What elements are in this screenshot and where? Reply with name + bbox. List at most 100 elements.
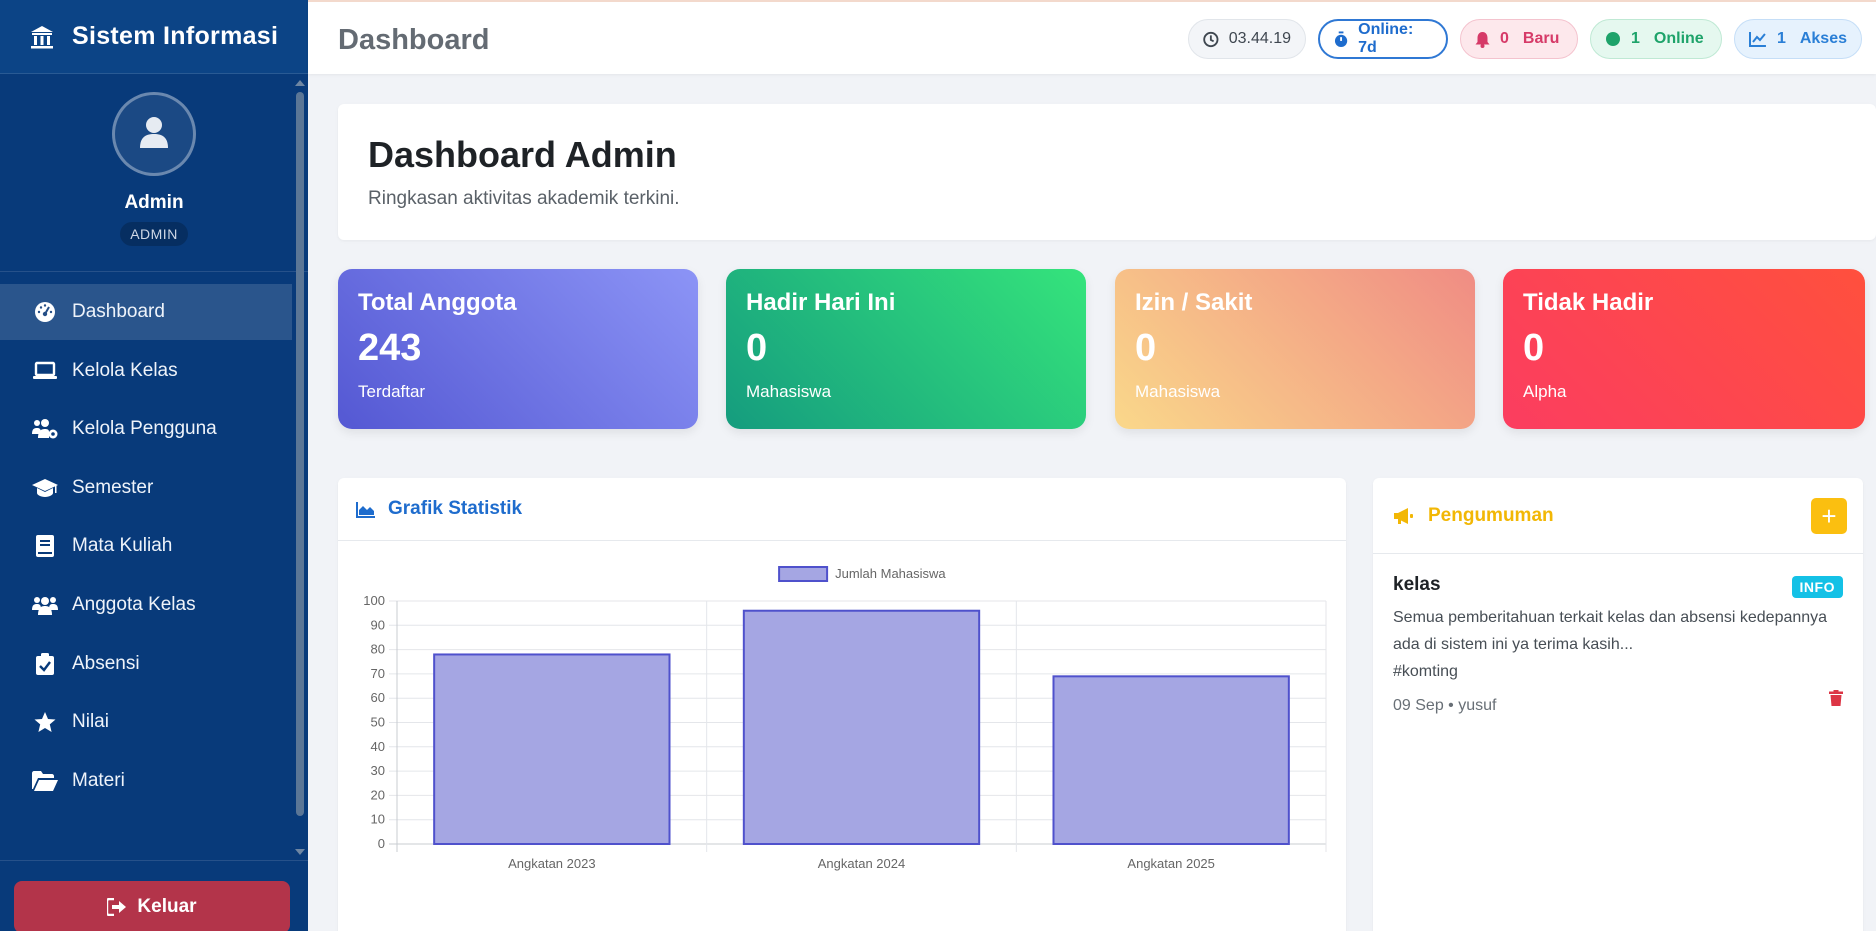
sidebar-item-absensi[interactable]: Absensi — [0, 636, 292, 692]
x-tick-label: Angkatan 2025 — [1127, 856, 1214, 871]
stat-label: Total Anggota — [358, 289, 517, 316]
sidebar-item-label: Semester — [72, 476, 154, 498]
sidebar-item-nilai[interactable]: Nilai — [0, 694, 292, 750]
access-label: Akses — [1799, 30, 1847, 47]
page-title: Dashboard — [338, 24, 490, 56]
stat-value: 0 — [1135, 327, 1157, 369]
profile-name: Admin — [124, 192, 184, 213]
area-chart-icon — [356, 501, 375, 518]
chart-card-header: Grafik Statistik — [338, 478, 1346, 541]
y-tick-label: 100 — [363, 593, 385, 608]
bar — [433, 653, 671, 845]
users-cog-icon — [32, 416, 58, 442]
bar — [1052, 675, 1290, 845]
profile-role-badge: ADMIN — [120, 222, 188, 246]
y-tick-label: 80 — [371, 642, 385, 657]
trash-icon[interactable] — [1829, 690, 1843, 711]
sign-out-icon — [107, 898, 127, 916]
stat-label: Izin / Sakit — [1135, 289, 1253, 316]
stat-value: 243 — [358, 327, 422, 369]
welcome-card: Dashboard Admin Ringkasan aktivitas akad… — [338, 104, 1876, 240]
sidebar-item-kelola-kelas[interactable]: Kelola Kelas — [0, 343, 292, 399]
new-label: Baru — [1522, 30, 1560, 47]
sidebar-item-label: Absensi — [72, 652, 140, 674]
welcome-subtitle: Ringkasan aktivitas akademik terkini. — [368, 188, 680, 209]
bell-icon — [1475, 31, 1490, 48]
sidebar-scrollbar[interactable] — [294, 80, 306, 855]
users-icon — [32, 592, 58, 618]
announcement-header: Pengumuman + — [1373, 478, 1863, 554]
sidebar-menu: Dashboard Kelola Kelas Kelola Pengguna S… — [0, 272, 308, 809]
chart-line-icon — [1749, 32, 1766, 47]
y-tick-label: 0 — [378, 836, 385, 851]
star-icon — [32, 709, 58, 735]
welcome-title: Dashboard Admin — [368, 134, 677, 175]
sidebar-item-anggota-kelas[interactable]: Anggota Kelas — [0, 577, 292, 633]
y-tick-label: 30 — [371, 763, 385, 778]
x-tick-label: Angkatan 2023 — [508, 856, 595, 871]
announcement-title: Pengumuman — [1428, 504, 1554, 526]
new-count: 0 — [1500, 30, 1509, 47]
legend-label: Jumlah Mahasiswa — [835, 566, 946, 581]
online-duration: Online: 7d — [1358, 21, 1414, 56]
stat-label: Tidak Hadir — [1523, 289, 1654, 316]
logout-label: Keluar — [137, 896, 197, 917]
online-count: 1 — [1631, 30, 1640, 47]
university-icon — [28, 23, 56, 51]
announcement-item-title: kelas — [1393, 574, 1441, 595]
x-tick-label: Angkatan 2024 — [818, 856, 905, 871]
online-label: Online — [1653, 30, 1704, 47]
sidebar-item-label: Nilai — [72, 711, 109, 733]
stat-card-izin-sakit: Izin / Sakit 0 Mahasiswa — [1115, 269, 1475, 429]
chart-card: Grafik Statistik 0 10 20 30 40 50 60 70 80 90 100 A… — [338, 478, 1346, 931]
stat-foot: Terdaftar — [358, 382, 426, 401]
stat-foot: Alpha — [1523, 382, 1567, 401]
stat-foot: Mahasiswa — [746, 382, 832, 401]
sidebar-item-kelola-pengguna[interactable]: Kelola Pengguna — [0, 401, 292, 457]
user-profile: Admin ADMIN — [0, 74, 308, 272]
scroll-down-icon[interactable] — [295, 849, 305, 855]
online-users-badge: 1 Online — [1590, 19, 1722, 59]
sidebar-item-label: Anggota Kelas — [72, 593, 196, 615]
access-count: 1 — [1776, 30, 1786, 47]
stat-value: 0 — [746, 327, 768, 369]
announcement-text-line: Semua pemberitahuan terkait kelas dan ab… — [1393, 609, 1828, 626]
sidebar-item-mata-kuliah[interactable]: Mata Kuliah — [0, 518, 292, 574]
stat-label: Hadir Hari Ini — [746, 289, 896, 316]
topbar: Dashboard 03.44.19 Online: 7d 0 Baru 1 O… — [308, 0, 1876, 74]
sidebar-item-label: Materi — [72, 769, 125, 791]
sidebar-item-dashboard[interactable]: Dashboard — [0, 284, 292, 340]
sidebar-item-materi[interactable]: Materi — [0, 753, 292, 809]
notifications-badge[interactable]: 0 Baru — [1460, 19, 1578, 59]
info-badge: INFO — [1791, 576, 1843, 598]
announcement-text-line: ada di sistem ini ya terima kasih... — [1393, 636, 1634, 653]
announcement-card: Pengumuman + kelas INFO Semua pemberitah… — [1373, 478, 1863, 931]
bullhorn-icon — [1394, 507, 1413, 524]
folder-open-icon — [32, 768, 58, 794]
announcement-text-line: #komting — [1393, 663, 1458, 680]
laptop-icon — [32, 358, 58, 384]
logout-button[interactable]: Keluar — [14, 881, 290, 931]
scrollbar-thumb[interactable] — [296, 92, 304, 816]
avatar[interactable] — [112, 92, 196, 176]
clock-icon — [1203, 31, 1219, 47]
user-icon — [137, 115, 171, 154]
brand-title: Sistem Informasi — [72, 22, 279, 50]
sidebar-item-label: Mata Kuliah — [72, 535, 173, 557]
y-tick-label: 50 — [371, 715, 385, 730]
sidebar-item-label: Dashboard — [72, 301, 165, 322]
stat-card-tidak-hadir: Tidak Hadir 0 Alpha — [1503, 269, 1865, 429]
brand[interactable]: Sistem Informasi — [0, 0, 308, 74]
sidebar-item-semester[interactable]: Semester — [0, 460, 292, 516]
bar-chart: 0 10 20 30 40 50 60 70 80 90 100 Angkatan 2023 Angka… — [363, 566, 1327, 871]
scroll-up-icon[interactable] — [295, 80, 305, 86]
stat-card-total-anggota: Total Anggota 243 Terdaftar — [338, 269, 698, 429]
legend-swatch — [778, 566, 829, 582]
chart-title: Grafik Statistik — [388, 498, 523, 519]
stat-card-hadir: Hadir Hari Ini 0 Mahasiswa — [726, 269, 1086, 429]
status-dot-icon — [1606, 32, 1620, 46]
announcement-meta: 09 Sep • yusuf — [1393, 697, 1497, 714]
graduation-cap-icon — [32, 475, 58, 501]
sidebar-item-label: Kelola Pengguna — [72, 418, 217, 440]
add-announcement-button[interactable]: + — [1811, 498, 1847, 534]
